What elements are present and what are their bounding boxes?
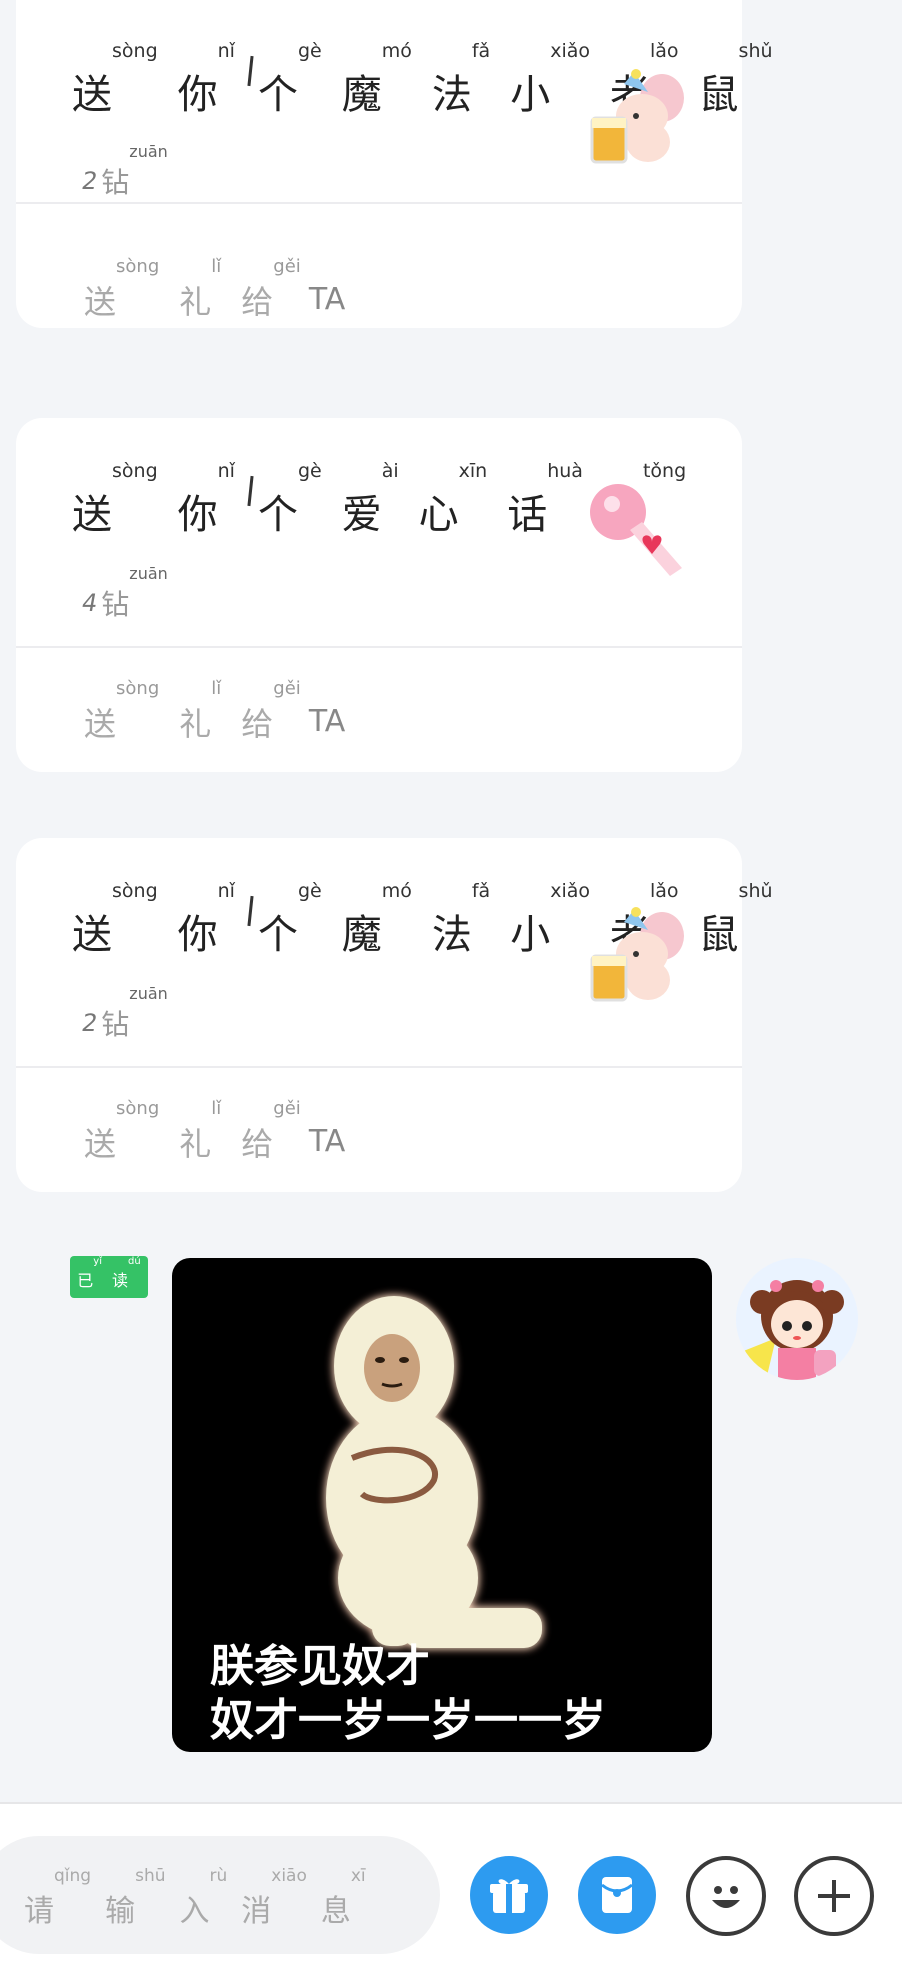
red-packet-button[interactable] [578, 1856, 656, 1934]
more-button[interactable] [794, 1856, 874, 1936]
gift-button[interactable] [470, 1856, 548, 1934]
gift-price: 4 钻zuān [79, 564, 168, 621]
send-gift-button[interactable]: 送sòng 礼lǐ 给gěi TA [84, 1098, 345, 1165]
send-gift-button[interactable]: 送sòng 礼lǐ 给gěi TA [84, 256, 345, 323]
smiley-icon [712, 1886, 740, 1908]
magic-mouse-icon [590, 907, 684, 1002]
message-input[interactable]: 请qǐng 输shū 入rù 消xiāo 息xī [0, 1836, 440, 1954]
message-input-bar: 请qǐng 输shū 入rù 消xiāo 息xī [0, 1802, 902, 1986]
cartoon-girl-avatar-icon [736, 1258, 858, 1380]
heart-microphone-icon [590, 484, 682, 576]
send-gift-button[interactable]: 送sòng 礼lǐ 给gěi TA [84, 678, 345, 745]
gift-price: 2 钻zuān [79, 142, 168, 199]
user-avatar[interactable] [736, 1258, 858, 1380]
gift-card-3: 送sòng 你nǐ 个gè 魔mó 法fǎ 小xiǎo 老lǎo 鼠shǔ 2 … [16, 838, 773, 1192]
magic-mouse-icon [590, 69, 684, 164]
meme-caption: 朕参见奴才 奴才一岁一岁一一岁 [210, 1641, 606, 1746]
gift-icon [490, 1879, 528, 1913]
emoji-button[interactable] [686, 1856, 766, 1936]
sent-image-message[interactable]: 朕参见奴才 奴才一岁一岁一一岁 [172, 1258, 712, 1752]
plus-icon [818, 1880, 850, 1912]
gift-card-2: 送sòng 你nǐ 个gè 爱ài 心xīn 话huà 筒tǒng 4 钻zuā… [16, 418, 742, 772]
red-packet-icon [601, 1877, 633, 1913]
gift-price: 2 钻zuān [79, 984, 168, 1041]
gift-card-1: 送sòng 你nǐ 个gè 魔mó 法fǎ 小xiǎo 老lǎo 鼠shǔ 2 … [16, 0, 773, 328]
read-status-badge: 已yǐ 读dú [70, 1256, 148, 1298]
message-input-placeholder: 请qǐng 输shū 入rù 消xiāo 息xī [24, 1866, 366, 1929]
